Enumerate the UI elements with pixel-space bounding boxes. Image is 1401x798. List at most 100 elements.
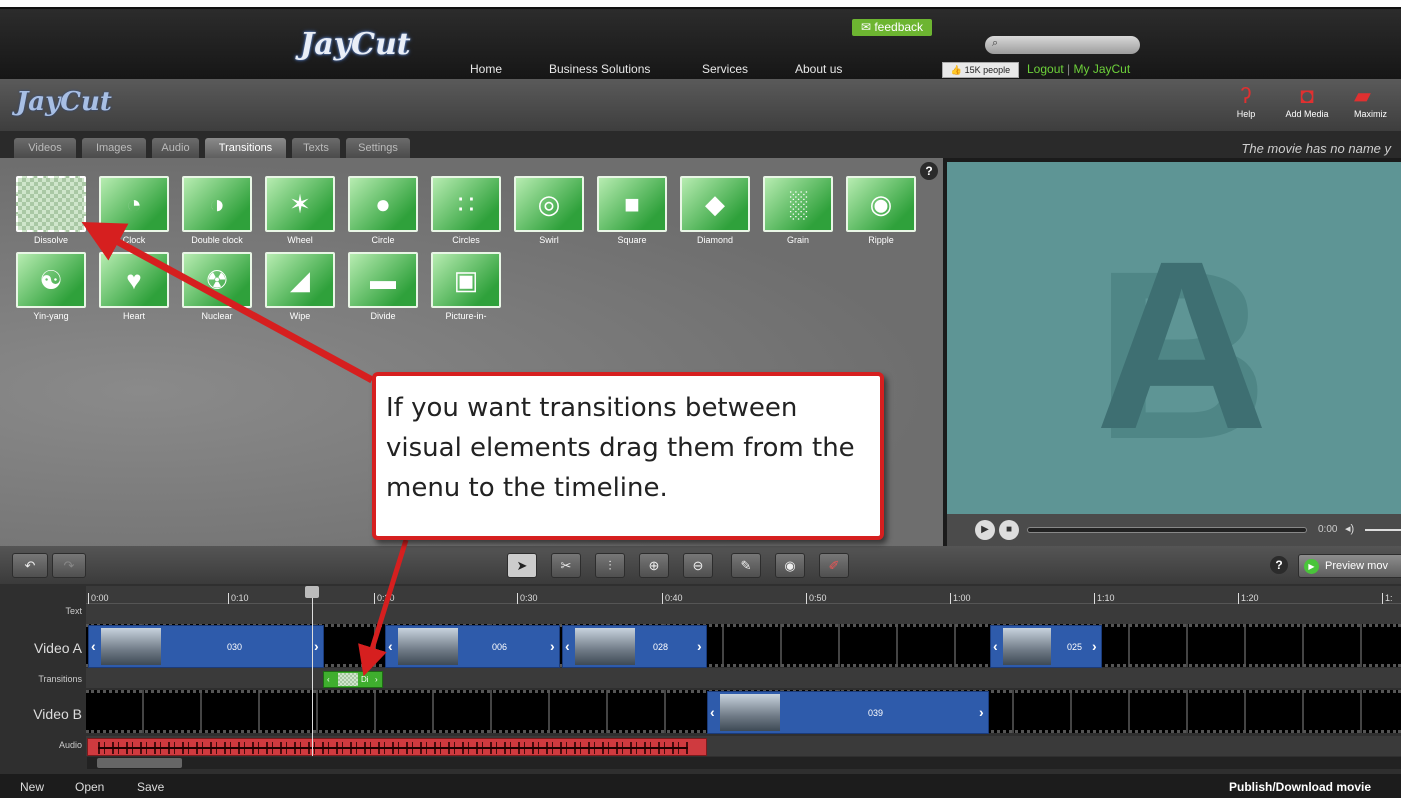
color-tool-button[interactable]: ✐ bbox=[819, 553, 849, 578]
maximize-icon: ▰ bbox=[1354, 83, 1371, 108]
effects-tool-button[interactable]: ✎ bbox=[731, 553, 761, 578]
track-label-text: Text bbox=[65, 606, 82, 616]
text-track[interactable] bbox=[86, 604, 1401, 624]
tab-texts[interactable]: Texts bbox=[292, 138, 340, 158]
tick: 0:20 bbox=[374, 593, 395, 604]
zoom-out-button[interactable]: ⊖ bbox=[683, 553, 713, 578]
publish-download-button[interactable]: Publish/Download movie bbox=[1229, 780, 1371, 794]
timeline-toolbar: ↶ ↷ ➤ ✂ ⫶ ⊕ ⊖ ✎ ◉ ✐ ? ▶ Preview mov bbox=[0, 546, 1401, 584]
undo-button[interactable]: ↶ bbox=[12, 553, 48, 578]
video-clip[interactable]: ‹ 030 › bbox=[88, 625, 324, 668]
player-controls: ▶ ■ 0:00 ◂) bbox=[947, 514, 1401, 546]
mixer-tool-button[interactable]: ⫶ bbox=[595, 553, 625, 578]
clip-trim-left-icon[interactable]: ‹ bbox=[993, 638, 998, 654]
clip-trim-right-icon[interactable]: › bbox=[1092, 638, 1097, 654]
record-tool-button[interactable]: ◉ bbox=[775, 553, 805, 578]
nav-business-solutions[interactable]: Business Solutions bbox=[549, 62, 650, 76]
transition-wheel[interactable]: ✶ bbox=[265, 176, 335, 232]
transition-clip[interactable]: ‹ Di › bbox=[323, 671, 383, 688]
timeline-ruler[interactable]: 0:00 0:10 0:20 0:30 0:40 0:50 1:00 1:10 … bbox=[86, 586, 1401, 604]
tab-settings[interactable]: Settings bbox=[346, 138, 410, 158]
clip-trim-right-icon[interactable]: › bbox=[550, 638, 555, 654]
preview-movie-button[interactable]: ▶ Preview mov bbox=[1298, 554, 1401, 578]
transitions-track[interactable] bbox=[86, 668, 1401, 688]
transition-dissolve[interactable] bbox=[16, 176, 86, 232]
tab-videos[interactable]: Videos bbox=[14, 138, 76, 158]
transition-trim-right-icon[interactable]: › bbox=[375, 672, 378, 687]
feedback-button[interactable]: ✉ feedback bbox=[852, 19, 932, 36]
cut-tool-button[interactable]: ✂ bbox=[551, 553, 581, 578]
transition-double-clock[interactable]: ◑ bbox=[182, 176, 252, 232]
new-button[interactable]: New bbox=[20, 780, 44, 794]
tab-audio[interactable]: Audio bbox=[152, 138, 199, 158]
clip-trim-left-icon[interactable]: ‹ bbox=[710, 704, 715, 720]
video-clip[interactable]: ‹ 006 › bbox=[385, 625, 560, 668]
zoom-in-button[interactable]: ⊕ bbox=[639, 553, 669, 578]
transition-thumbnail bbox=[338, 673, 358, 686]
site-search-input[interactable]: ⌕ bbox=[985, 36, 1140, 54]
tab-transitions[interactable]: Transitions bbox=[205, 138, 286, 158]
transition-label: Dissolve bbox=[33, 235, 68, 245]
maximize-button[interactable]: ▰ Maximiz bbox=[1354, 83, 1401, 119]
nav-services[interactable]: Services bbox=[702, 62, 748, 76]
transition-preview-icon: ▣ bbox=[453, 265, 479, 295]
transition-heart[interactable]: ♥ bbox=[99, 252, 169, 308]
nav-about-us[interactable]: About us bbox=[795, 62, 842, 76]
transition-square[interactable]: ■ bbox=[597, 176, 667, 232]
transition-clock[interactable]: ◔ bbox=[99, 176, 169, 232]
clip-trim-right-icon[interactable]: › bbox=[314, 638, 319, 654]
clip-trim-right-icon[interactable]: › bbox=[697, 638, 702, 654]
preview-scrubber[interactable] bbox=[1027, 527, 1307, 533]
video-clip[interactable]: ‹ 039 › bbox=[707, 691, 989, 734]
video-clip[interactable]: ‹ 028 › bbox=[562, 625, 707, 668]
movie-name[interactable]: The movie has no name y bbox=[1241, 141, 1391, 156]
transition-grain[interactable]: ░ bbox=[763, 176, 833, 232]
video-clip[interactable]: ‹ 025 › bbox=[990, 625, 1102, 668]
clip-trim-right-icon[interactable]: › bbox=[979, 704, 984, 720]
logout-link[interactable]: Logout bbox=[1027, 62, 1064, 76]
preview-time: 0:00 bbox=[1318, 524, 1338, 535]
like-button[interactable]: 👍 15K people bbox=[942, 62, 1019, 78]
redo-button[interactable]: ↷ bbox=[52, 553, 86, 578]
transition-yin-yang[interactable]: ☯ bbox=[16, 252, 86, 308]
panel-help-icon[interactable]: ? bbox=[920, 162, 938, 180]
tab-images[interactable]: Images bbox=[82, 138, 146, 158]
play-button[interactable]: ▶ bbox=[975, 520, 995, 540]
clip-trim-left-icon[interactable]: ‹ bbox=[388, 638, 393, 654]
add-media-button[interactable]: ◘ Add Media bbox=[1282, 83, 1332, 119]
transition-wipe[interactable]: ◢ bbox=[265, 252, 335, 308]
transition-clip-label: Di bbox=[361, 675, 369, 684]
transition-preview-icon: ◎ bbox=[537, 189, 561, 219]
help-button[interactable]: ʔ Help bbox=[1231, 83, 1261, 119]
transition-preview-icon: ■ bbox=[624, 189, 640, 219]
transition-swirl[interactable]: ◎ bbox=[514, 176, 584, 232]
transition-picture-in[interactable]: ▣ bbox=[431, 252, 501, 308]
open-button[interactable]: Open bbox=[75, 780, 104, 794]
transition-nuclear[interactable]: ☢ bbox=[182, 252, 252, 308]
volume-icon[interactable]: ◂) bbox=[1345, 522, 1354, 535]
transition-label: Diamond bbox=[696, 235, 734, 245]
scrollbar-thumb[interactable] bbox=[97, 758, 182, 768]
transition-preview-icon: ◔ bbox=[126, 189, 142, 219]
my-jaycut-link[interactable]: My JayCut bbox=[1074, 62, 1131, 76]
transition-trim-left-icon[interactable]: ‹ bbox=[327, 672, 330, 687]
nav-home[interactable]: Home bbox=[470, 62, 502, 76]
toolbar-help-icon[interactable]: ? bbox=[1270, 556, 1288, 574]
transition-circles[interactable]: ∷ bbox=[431, 176, 501, 232]
audio-clip[interactable] bbox=[87, 738, 707, 756]
clip-trim-left-icon[interactable]: ‹ bbox=[91, 638, 96, 654]
playhead-handle[interactable] bbox=[305, 586, 319, 598]
transition-ripple[interactable]: ◉ bbox=[846, 176, 916, 232]
transition-circle[interactable]: ● bbox=[348, 176, 418, 232]
save-button[interactable]: Save bbox=[137, 780, 164, 794]
transition-divide[interactable]: ▬ bbox=[348, 252, 418, 308]
select-tool-button[interactable]: ➤ bbox=[507, 553, 537, 578]
stop-button[interactable]: ■ bbox=[999, 520, 1019, 540]
volume-slider[interactable] bbox=[1365, 529, 1401, 531]
clip-trim-left-icon[interactable]: ‹ bbox=[565, 638, 570, 654]
app-header: JayCut ʔ Help ◘ Add Media ▰ Maximiz bbox=[0, 79, 1401, 131]
transition-diamond[interactable]: ◆ bbox=[680, 176, 750, 232]
transition-label: Picture-in- bbox=[445, 311, 487, 321]
site-logo[interactable]: JayCut bbox=[300, 27, 411, 62]
timeline-scrollbar[interactable] bbox=[87, 757, 1401, 769]
